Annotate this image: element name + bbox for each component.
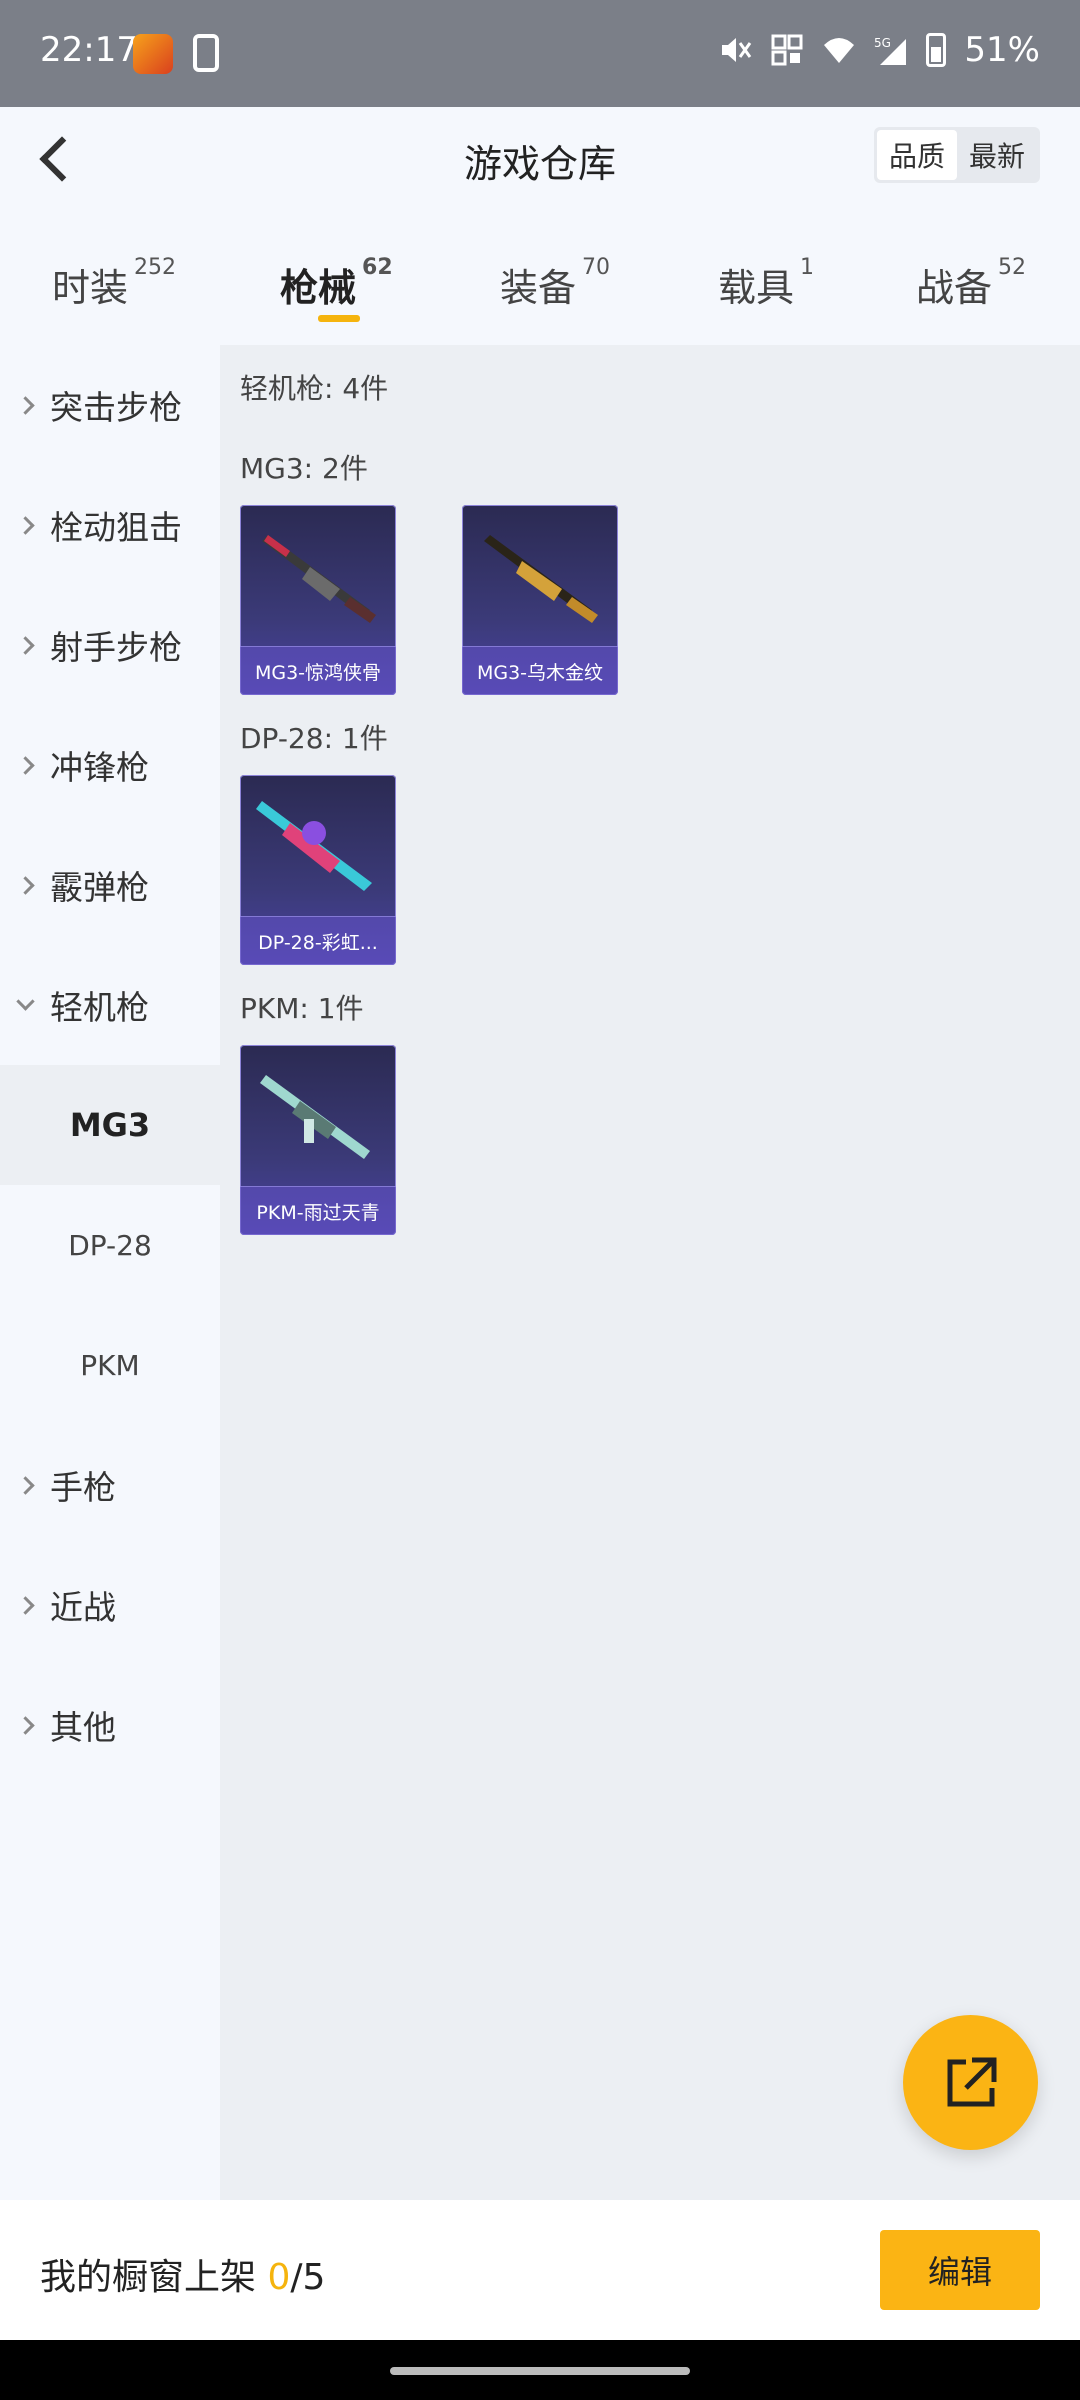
chevron-right-icon (0, 759, 50, 772)
chevron-right-icon (0, 1719, 50, 1732)
sidebar-item-label: 栓动狙击 (50, 508, 182, 547)
item-card[interactable]: MG3-乌木金纹 (462, 505, 618, 695)
game-app-icon (133, 34, 173, 74)
chevron-right-icon (0, 879, 50, 892)
bottom-bar: 我的橱窗上架 0/5 编辑 (0, 2200, 1080, 2340)
section-summary: 轻机枪: 4件 (240, 372, 389, 405)
tab-label: 载具 (718, 266, 795, 310)
sidebar-item-smg[interactable]: 冲锋枪 (0, 705, 220, 825)
sidebar: 突击步枪 栓动狙击 射手步枪 冲锋枪 霰弹枪 轻机枪 MG3 DP-28 PKM… (0, 345, 220, 2200)
tab-vehicles[interactable]: 载具 1 (718, 255, 815, 312)
chevron-right-icon (0, 639, 50, 652)
sidebar-item-pistol[interactable]: 手枪 (0, 1425, 220, 1545)
signal-5g-icon: 5G (874, 36, 907, 65)
sidebar-item-label: 突击步枪 (50, 388, 182, 427)
edit-button[interactable]: 编辑 (880, 2230, 1040, 2310)
tab-weapons[interactable]: 枪械 62 (280, 255, 393, 312)
sidebar-item-melee[interactable]: 近战 (0, 1545, 220, 1665)
sort-toggle: 品质 最新 (873, 127, 1040, 183)
tab-label: 装备 (500, 266, 577, 310)
tab-count: 252 (134, 255, 177, 280)
pkm-gun-icon (260, 1075, 370, 1159)
tab-supplies[interactable]: 战备 52 (916, 255, 1027, 312)
dp28-gun-icon (256, 801, 372, 891)
chevron-down-icon (0, 1003, 50, 1008)
svg-text:5G: 5G (874, 36, 891, 50)
share-external-icon (947, 2057, 996, 2106)
system-nav-bar (0, 2340, 1080, 2400)
active-tab-indicator (318, 315, 360, 322)
sidebar-item-assault-rifle[interactable]: 突击步枪 (0, 345, 220, 465)
showcase-total: /5 (290, 2257, 326, 2298)
tab-count: 62 (362, 255, 393, 280)
item-card[interactable]: DP-28-彩虹... (240, 775, 396, 965)
battery-icon (926, 33, 947, 67)
category-tabs: 时装 252 枪械 62 装备 70 载具 1 战备 52 (0, 247, 1080, 345)
sidebar-item-label: 其他 (50, 1708, 116, 1747)
group-title: MG3: 2件 (240, 452, 368, 485)
item-card[interactable]: PKM-雨过天青 (240, 1045, 396, 1235)
mg3-gun-icon (484, 535, 598, 623)
item-name: PKM-雨过天青 (240, 1186, 396, 1235)
status-time: 22:17 (40, 30, 138, 70)
mute-icon (722, 38, 752, 62)
showcase-status: 我的橱窗上架 0/5 (40, 2248, 325, 2300)
chevron-right-icon (0, 519, 50, 532)
sidebar-subitem-pkm[interactable]: PKM (0, 1305, 220, 1425)
sidebar-item-label: 冲锋枪 (50, 748, 149, 787)
tab-equipment[interactable]: 装备 70 (500, 255, 611, 312)
group-title: PKM: 1件 (240, 992, 364, 1025)
sidebar-item-dmr[interactable]: 射手步枪 (0, 585, 220, 705)
item-name: MG3-惊鸿侠骨 (240, 646, 396, 695)
chevron-right-icon (0, 399, 50, 412)
home-indicator[interactable] (390, 2367, 690, 2375)
qr-icon (771, 34, 803, 66)
sidebar-item-label: 射手步枪 (50, 628, 182, 667)
showcase-label: 我的橱窗上架 (40, 2257, 257, 2298)
wifi-icon (824, 38, 855, 63)
item-grid-panel: 轻机枪: 4件 MG3: 2件 MG3-惊鸿侠骨 MG3-乌木金纹 DP-28:… (220, 345, 1080, 2200)
sidebar-item-lmg[interactable]: 轻机枪 (0, 945, 220, 1065)
sidebar-item-label: 手枪 (50, 1468, 116, 1507)
tab-count: 1 (800, 255, 815, 280)
group-title: DP-28: 1件 (240, 722, 388, 755)
sort-quality-button[interactable]: 品质 (876, 130, 957, 180)
showcase-count: 0 (267, 2257, 291, 2298)
item-name: MG3-乌木金纹 (462, 646, 618, 695)
battery-percent: 51% (964, 30, 1040, 70)
sidebar-item-shotgun[interactable]: 霰弹枪 (0, 825, 220, 945)
tab-label: 枪械 (280, 266, 357, 310)
item-card[interactable]: MG3-惊鸿侠骨 (240, 505, 396, 695)
phone-sync-icon (193, 34, 219, 72)
tab-label: 时装 (52, 266, 129, 310)
sidebar-subitem-mg3[interactable]: MG3 (0, 1065, 220, 1185)
chevron-right-icon (0, 1479, 50, 1492)
sidebar-item-label: 轻机枪 (50, 988, 149, 1027)
sidebar-item-bolt-sniper[interactable]: 栓动狙击 (0, 465, 220, 585)
tab-count: 70 (582, 255, 611, 280)
chevron-right-icon (0, 1599, 50, 1612)
sidebar-item-label: 近战 (50, 1588, 116, 1627)
header: 游戏仓库 品质 最新 (0, 107, 1080, 247)
tab-label: 战备 (916, 266, 993, 310)
tab-skins[interactable]: 时装 252 (52, 255, 177, 312)
item-name: DP-28-彩虹... (240, 916, 396, 965)
share-button[interactable] (903, 2015, 1038, 2150)
sidebar-subitem-dp28[interactable]: DP-28 (0, 1185, 220, 1305)
tab-count: 52 (998, 255, 1027, 280)
sidebar-item-label: 霰弹枪 (50, 868, 149, 907)
status-bar: 22:17 5G 51% (0, 0, 1080, 107)
sort-newest-button[interactable]: 最新 (957, 130, 1037, 180)
mg3-gun-icon (262, 535, 376, 623)
sidebar-item-other[interactable]: 其他 (0, 1665, 220, 1785)
